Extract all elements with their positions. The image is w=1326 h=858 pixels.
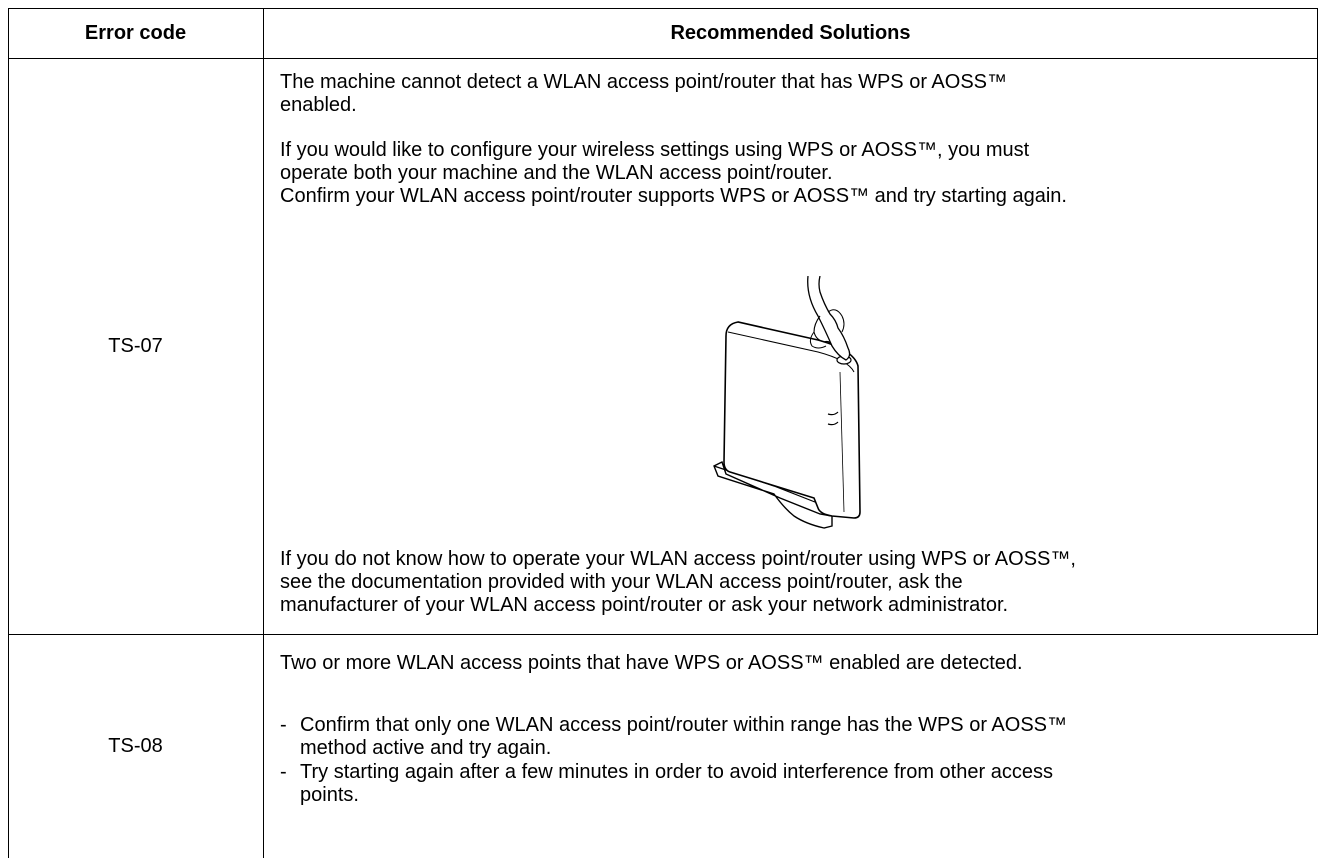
- list-item: - Confirm that only one WLAN access poin…: [280, 714, 1315, 760]
- ts07-description: The machine cannot detect a WLAN access …: [280, 71, 1008, 116]
- ts08-solution-2: Try starting again after a few minutes i…: [300, 761, 1053, 806]
- header-error-code: Error code: [84, 22, 187, 44]
- ts07-help-note: If you do not know how to operate your W…: [280, 548, 1076, 616]
- error-code-table: Error code Recommended Solutions TS-07 T…: [8, 8, 1318, 858]
- bullet-dash: -: [280, 761, 287, 783]
- router-with-finger-pressing-button-icon: [713, 276, 861, 529]
- ts07-configure-instructions: If you would like to configure your wire…: [280, 139, 1067, 207]
- header-recommended-solutions: Recommended Solutions: [670, 22, 911, 44]
- error-code-ts07: TS-07: [108, 335, 163, 357]
- list-item: - Try starting again after a few minutes…: [280, 761, 1315, 807]
- error-code-ts08: TS-08: [108, 735, 163, 757]
- ts08-solution-list: - Confirm that only one WLAN access poin…: [280, 714, 1315, 808]
- ts08-solution-1: Confirm that only one WLAN access point/…: [300, 714, 1068, 759]
- bullet-dash: -: [280, 714, 287, 736]
- ts08-description: Two or more WLAN access points that have…: [280, 652, 1023, 674]
- table-right-border: [1317, 8, 1318, 634]
- column-divider: [263, 8, 264, 858]
